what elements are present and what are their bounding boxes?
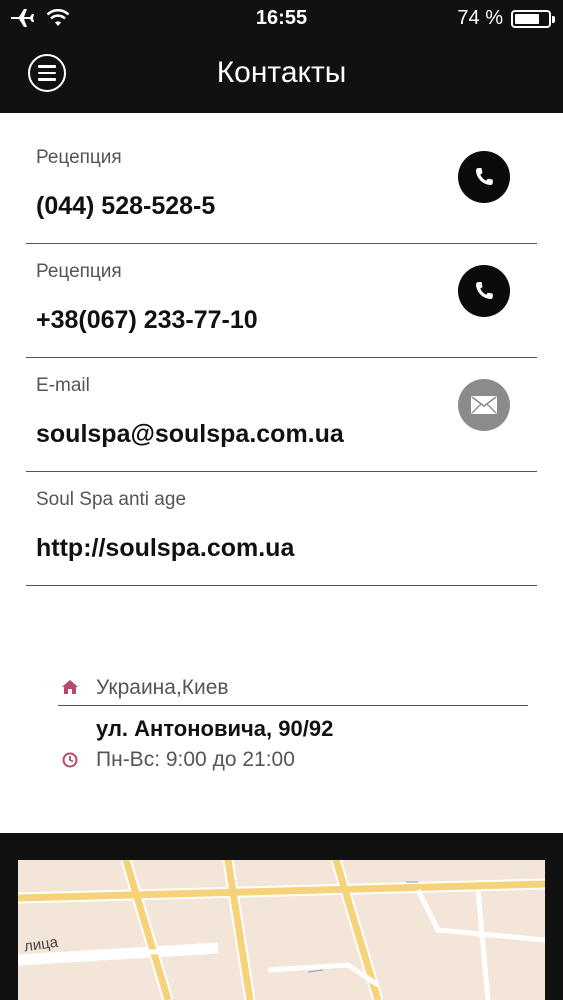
battery-fill xyxy=(515,13,539,24)
opening-hours: Пн-Вс: 9:00 до 21:00 xyxy=(96,748,295,771)
call-button[interactable] xyxy=(458,151,510,203)
website-link[interactable]: http://soulspa.com.ua xyxy=(36,534,294,563)
contact-item[interactable]: Рецепция +38(067) 233-77-10 xyxy=(26,244,537,358)
contacts-list: Рецепция (044) 528-528-5 Рецепция +38(06… xyxy=(26,113,537,586)
contact-value: soulspa@soulspa.com.ua xyxy=(36,420,344,448)
map-frame: лица xyxy=(0,833,563,1000)
contact-item[interactable]: Рецепция (044) 528-528-5 xyxy=(26,113,537,244)
battery-icon xyxy=(511,9,555,28)
status-bar: 16:55 74 % xyxy=(0,0,563,38)
address-street: ул. Антоновича, 90/92 xyxy=(96,716,334,741)
contact-label: Soul Spa anti age xyxy=(36,489,187,510)
contact-label: E-mail xyxy=(36,375,90,396)
contact-label: Рецепция xyxy=(36,261,122,282)
clock-icon xyxy=(62,752,78,773)
phone-icon xyxy=(475,168,493,186)
phone-icon xyxy=(475,282,493,300)
address-city: Украина,Киев xyxy=(96,676,229,699)
page-title: Контакты xyxy=(216,56,347,89)
contact-value: +38(067) 233-77-10 xyxy=(36,306,258,334)
status-right: 74 % xyxy=(457,7,555,30)
top-bar: 16:55 74 % Контакты xyxy=(0,0,563,113)
address-block: Украина,Киев ул. Антоновича, 90/92 Пн-Вс… xyxy=(58,672,528,771)
contact-item[interactable]: Soul Spa anti age http://soulspa.com.ua xyxy=(26,472,537,586)
map-view[interactable]: лица xyxy=(18,860,545,1000)
email-button[interactable] xyxy=(458,379,510,431)
mail-icon xyxy=(471,396,497,414)
address-city-row: Украина,Киев xyxy=(58,672,528,706)
contact-item[interactable]: E-mail soulspa@soulspa.com.ua xyxy=(26,358,537,472)
home-icon xyxy=(62,680,78,699)
call-button[interactable] xyxy=(458,265,510,317)
battery-percent: 74 % xyxy=(457,7,503,29)
contact-label: Рецепция xyxy=(36,147,122,168)
contact-value: (044) 528-528-5 xyxy=(36,192,216,220)
map-roads xyxy=(18,860,545,1000)
